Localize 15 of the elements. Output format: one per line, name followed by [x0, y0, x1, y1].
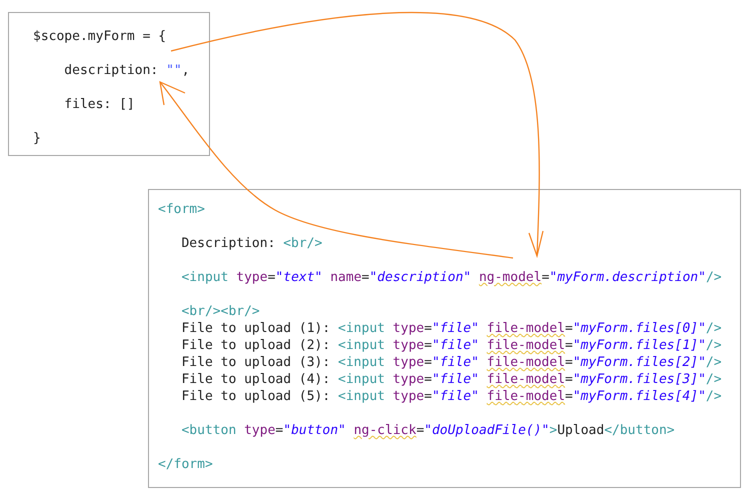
code-line: <br/><br/>: [180, 303, 260, 320]
code-line: }: [33, 130, 41, 147]
code-line: File to upload (4): <input type="file" file-model="myForm.files[3]"/>: [180, 371, 722, 388]
code-line: <button type="button" ng-click="doUploadFile()">Upload</button>: [180, 422, 675, 439]
code-line: Description: <br/>: [180, 235, 322, 252]
code-line: File to upload (3): <input type="file" file-model="myForm.files[2]"/>: [180, 354, 722, 371]
code-line: files: []: [63, 96, 135, 113]
code-line: File to upload (2): <input type="file" file-model="myForm.files[1]"/>: [180, 337, 722, 354]
code-line: <input type="text" name="description" ng-model="myForm.description"/>: [180, 269, 722, 286]
code-line: File to upload (1): <input type="file" file-model="myForm.files[0]"/>: [180, 320, 722, 337]
code-line: </form>: [158, 456, 213, 473]
code-line: File to upload (5): <input type="file" file-model="myForm.files[4]"/>: [180, 388, 722, 405]
code-line: $scope.myForm = {: [33, 28, 166, 45]
code-line: description: "",: [63, 62, 190, 79]
code-line: <form>: [158, 201, 205, 218]
